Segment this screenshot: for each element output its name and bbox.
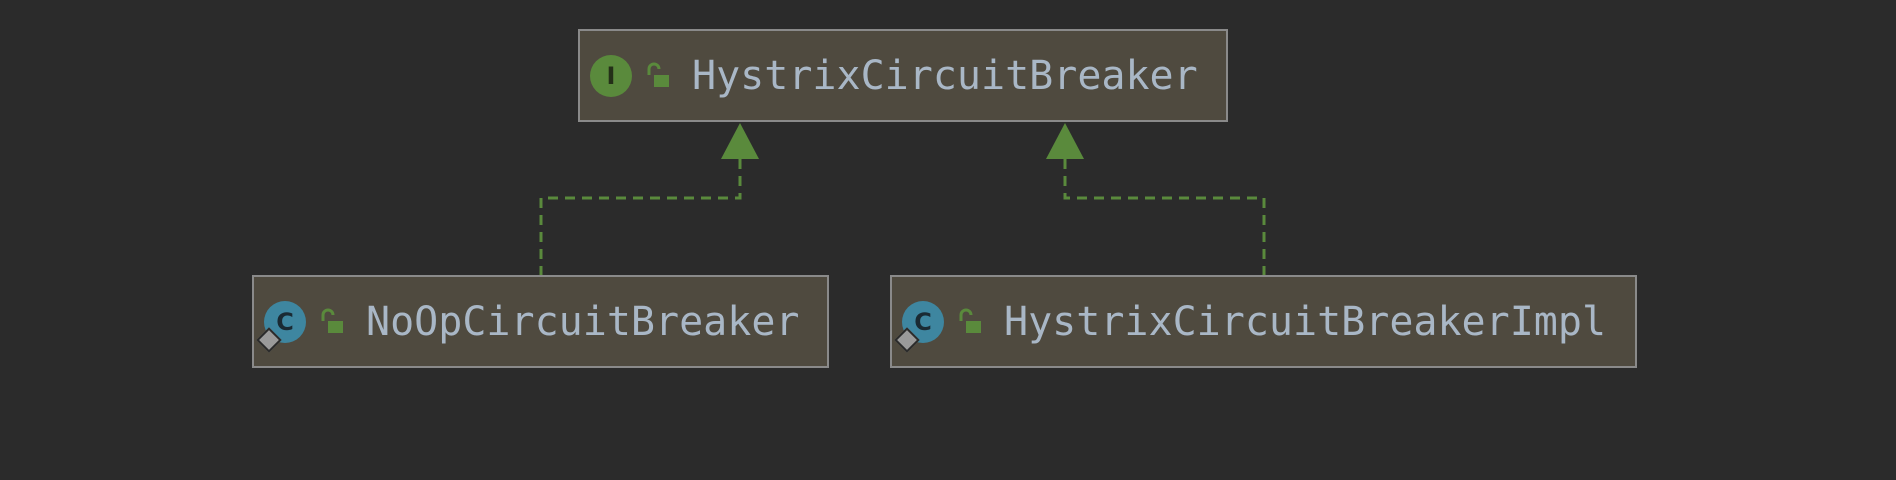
unlocked-public-icon [647, 62, 669, 87]
interface-icon: I [590, 54, 632, 97]
node-hystrix-circuit-breaker[interactable]: I HystrixCircuitBreaker [578, 29, 1228, 122]
edge-impl-implements [1063, 158, 1266, 276]
node-hystrix-circuit-breaker-impl[interactable]: C HystrixCircuitBreakerImpl [890, 275, 1637, 368]
unlocked-public-icon [321, 308, 343, 333]
class-icon: C [894, 300, 944, 353]
edge-impl-arrowhead [1046, 123, 1084, 159]
class-icon: C [256, 300, 306, 353]
node-label: HystrixCircuitBreaker [692, 52, 1198, 99]
edge-noop-implements [539, 158, 742, 276]
node-label: HystrixCircuitBreakerImpl [1004, 298, 1607, 345]
edge-noop-arrowhead [721, 123, 759, 159]
unlocked-public-icon [959, 308, 981, 333]
node-label: NoOpCircuitBreaker [366, 298, 800, 345]
node-noop-circuit-breaker[interactable]: C NoOpCircuitBreaker [252, 275, 829, 368]
